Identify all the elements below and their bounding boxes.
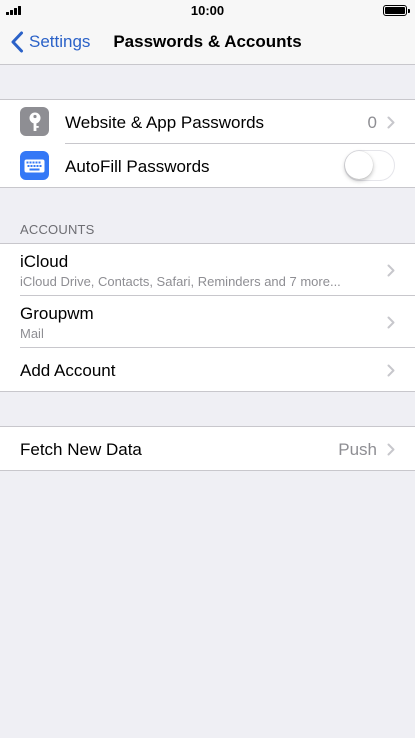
account-row-groupwm[interactable]: Groupwm Mail (0, 296, 415, 348)
add-account-row[interactable]: Add Account (0, 348, 415, 391)
autofill-passwords-toggle[interactable] (344, 150, 395, 181)
chevron-right-icon (387, 364, 395, 377)
accounts-section-header: ACCOUNTS (20, 222, 95, 237)
toggle-knob (345, 151, 373, 179)
fetch-new-data-value: Push (338, 440, 377, 459)
fetch-new-data-row[interactable]: Fetch New Data Push (0, 427, 415, 470)
fetch-group: Fetch New Data Push (0, 426, 415, 471)
autofill-passwords-label: AutoFill Passwords (65, 157, 210, 176)
chevron-right-icon (387, 443, 395, 456)
passwords-group: Website & App Passwords 0 AutoFill Passw… (0, 99, 415, 188)
keyboard-icon (20, 151, 49, 180)
chevron-right-icon (387, 116, 395, 129)
status-time: 10:00 (190, 3, 225, 18)
website-app-passwords-count: 0 (367, 113, 377, 132)
website-app-passwords-row[interactable]: Website & App Passwords 0 (0, 100, 415, 144)
fetch-new-data-label: Fetch New Data (20, 440, 142, 459)
chevron-right-icon (387, 264, 395, 277)
account-title: iCloud (20, 252, 69, 271)
chevron-right-icon (387, 316, 395, 329)
account-subtitle: iCloud Drive, Contacts, Safari, Reminder… (20, 274, 341, 289)
account-title: Groupwm (20, 304, 94, 323)
status-bar: 10:00 (0, 0, 415, 20)
key-icon (20, 107, 49, 136)
account-row-icloud[interactable]: iCloud iCloud Drive, Contacts, Safari, R… (0, 244, 415, 296)
website-app-passwords-label: Website & App Passwords (65, 113, 265, 132)
account-subtitle: Mail (20, 326, 44, 341)
page-title: Passwords & Accounts (113, 32, 302, 51)
navigation-bar: Settings Passwords & Accounts (0, 20, 415, 65)
accounts-group: iCloud iCloud Drive, Contacts, Safari, R… (0, 243, 415, 392)
autofill-passwords-row: AutoFill Passwords (0, 144, 415, 188)
battery-icon (383, 5, 410, 16)
add-account-label: Add Account (20, 361, 116, 380)
